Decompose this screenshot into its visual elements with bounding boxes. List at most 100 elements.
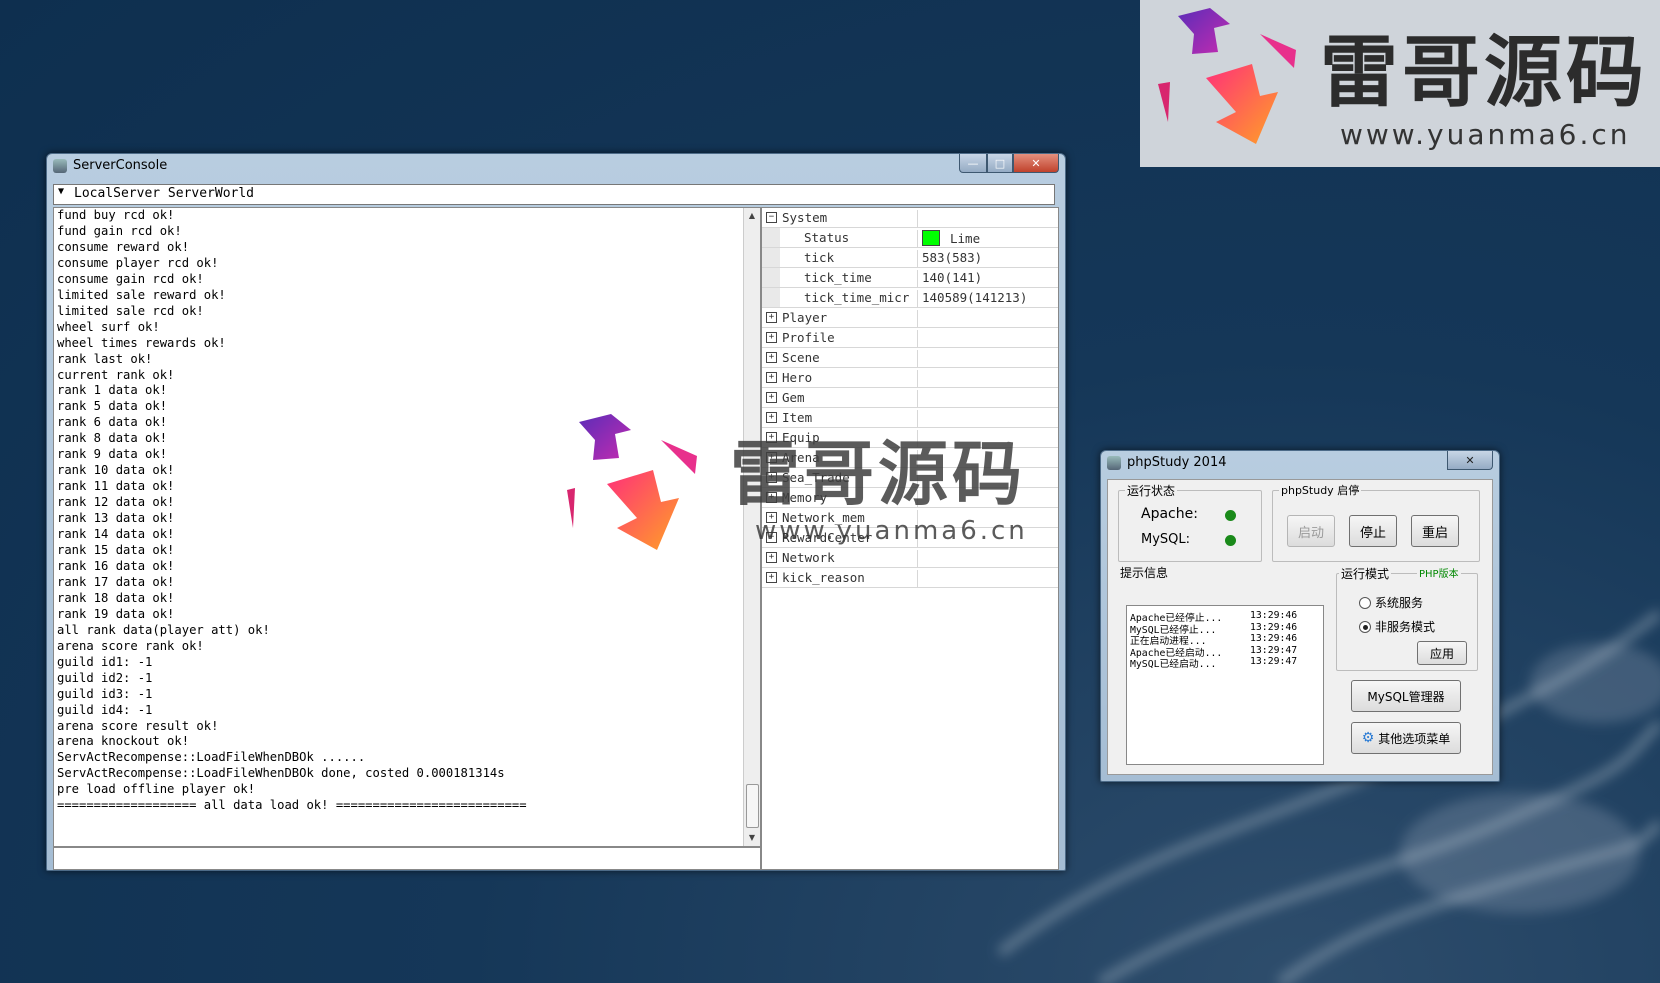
tree-row-profile[interactable]: + Profile xyxy=(762,328,1058,348)
expand-plus-icon[interactable]: + xyxy=(766,332,777,343)
log-line: arena score result ok! xyxy=(57,718,219,733)
log-scrollbar[interactable]: ▲ ▼ xyxy=(743,208,760,846)
tree-row-tick-time[interactable]: tick_time 140(141) xyxy=(762,268,1058,288)
tree-row-tick[interactable]: tick 583(583) xyxy=(762,248,1058,268)
other-options-menu-button[interactable]: ⚙ 其他选项菜单 xyxy=(1351,722,1461,754)
tree-row-label: Status xyxy=(804,230,850,245)
tree-row-value-text: 140(141) xyxy=(922,270,983,285)
tree-row-system[interactable]: − System xyxy=(762,208,1058,228)
expand-plus-icon[interactable]: + xyxy=(766,352,777,363)
stats-tree-pane[interactable]: − System Status Lime tick 583(583) tick_time 14… xyxy=(761,207,1059,870)
dropdown-arrow-icon[interactable]: ▼ xyxy=(58,186,64,197)
collapse-minus-icon[interactable]: − xyxy=(766,212,777,223)
expand-plus-icon[interactable]: + xyxy=(766,472,777,483)
non-service-radio[interactable] xyxy=(1359,621,1371,633)
tree-row-tick-time-micr[interactable]: tick_time_micr 140589(141213) xyxy=(762,288,1058,308)
log-line: wheel times rewards ok! xyxy=(57,335,226,350)
gear-icon: ⚙ xyxy=(1361,730,1375,746)
log-line: rank 19 data ok! xyxy=(57,606,175,621)
close-button[interactable]: ✕ xyxy=(1447,451,1493,470)
start-stop-group: phpStudy 启停 启动 停止 重启 xyxy=(1272,482,1480,562)
tree-row-label: Network xyxy=(782,550,835,565)
tree-row-rewardcenter[interactable]: + RewardCenter xyxy=(762,528,1058,548)
info-message-time: 13:29:46 xyxy=(1250,610,1298,621)
expand-plus-icon[interactable]: + xyxy=(766,512,777,523)
run-status-group: 运行状态 Apache: MySQL: xyxy=(1118,482,1262,562)
info-message-time: 13:29:47 xyxy=(1250,644,1298,656)
mysql-status-dot xyxy=(1225,535,1236,546)
system-service-radio[interactable] xyxy=(1359,597,1371,609)
expand-plus-icon[interactable]: + xyxy=(766,372,777,383)
mysql-label: MySQL: xyxy=(1141,532,1191,547)
tree-row-label: tick_time xyxy=(804,270,872,285)
phpstudy-app-icon xyxy=(1107,456,1121,470)
log-line: rank 11 data ok! xyxy=(57,479,175,494)
expand-plus-icon[interactable]: + xyxy=(766,552,777,563)
tree-row-value xyxy=(917,510,1058,527)
tree-indent xyxy=(762,228,780,247)
scroll-thumb[interactable] xyxy=(746,784,759,828)
tree-row-gem[interactable]: + Gem xyxy=(762,388,1058,408)
console-log-pane[interactable]: fund buy rcd ok! fund gain rcd ok! consume… xyxy=(53,207,761,847)
info-message-time: 13:29:47 xyxy=(1250,656,1298,667)
log-line: rank 13 data ok! xyxy=(57,511,175,526)
tree-row-scene[interactable]: + Scene xyxy=(762,348,1058,368)
log-line: arena score rank ok! xyxy=(57,638,204,653)
status-color-swatch xyxy=(922,230,940,246)
tree-row-hero[interactable]: + Hero xyxy=(762,368,1058,388)
log-line: all rank data(player att) ok! xyxy=(57,622,270,637)
tree-row-arena[interactable]: + Arena xyxy=(762,448,1058,468)
command-input[interactable] xyxy=(53,847,761,870)
tree-row-status[interactable]: Status Lime xyxy=(762,228,1058,248)
expand-plus-icon[interactable]: + xyxy=(766,532,777,543)
tree-row-memory[interactable]: + Memory xyxy=(762,488,1058,508)
tree-row-label: Hero xyxy=(782,370,813,385)
phpstudy-titlebar[interactable]: phpStudy 2014 ✕ xyxy=(1101,451,1499,475)
expand-plus-icon[interactable]: + xyxy=(766,452,777,463)
close-button[interactable]: ✕ xyxy=(1013,154,1059,173)
tree-row-value xyxy=(917,530,1058,547)
stop-button[interactable]: 停止 xyxy=(1349,515,1397,547)
expand-plus-icon[interactable]: + xyxy=(766,412,777,423)
server-select-combobox[interactable]: ▼ LocalServer ServerWorld xyxy=(53,184,1055,205)
info-message-text: MySQL已经启动... xyxy=(1130,659,1217,670)
info-caption: 提示信息 xyxy=(1118,564,1171,581)
site-logo-banner: 雷哥源码 www.yuanma6.cn xyxy=(1140,0,1660,167)
tree-row-value xyxy=(917,550,1058,567)
log-line: ServActRecompense::LoadFileWhenDBOk done… xyxy=(57,766,505,781)
restart-button[interactable]: 重启 xyxy=(1411,515,1459,547)
log-line: rank 6 data ok! xyxy=(57,415,168,430)
log-line: rank last ok! xyxy=(57,351,153,366)
tree-row-value xyxy=(917,210,1058,227)
tree-row-value: 583(583) xyxy=(917,250,1058,267)
tree-row-network[interactable]: + Network xyxy=(762,548,1058,568)
info-message-list[interactable]: Apache已经停止... 13:29:46 MySQL已经停止... 13:29:4… xyxy=(1126,605,1324,765)
scroll-up-arrow-icon[interactable]: ▲ xyxy=(744,208,760,224)
scroll-down-arrow-icon[interactable]: ▼ xyxy=(744,830,760,846)
tree-row-network-mem[interactable]: + Network_mem xyxy=(762,508,1058,528)
php-version-link[interactable]: PHP版本 xyxy=(1417,565,1461,580)
server-console-titlebar[interactable]: ServerConsole — □ ✕ xyxy=(47,154,1065,178)
tree-row-player[interactable]: + Player xyxy=(762,308,1058,328)
tree-row-item[interactable]: + Item xyxy=(762,408,1058,428)
start-button[interactable]: 启动 xyxy=(1287,515,1335,547)
minimize-button[interactable]: — xyxy=(959,154,987,173)
log-line: limited sale rcd ok! xyxy=(57,303,204,318)
expand-plus-icon[interactable]: + xyxy=(766,572,777,583)
tree-row-label: Network_mem xyxy=(782,510,865,525)
log-line: consume player rcd ok! xyxy=(57,255,219,270)
tree-row-sea-trade[interactable]: + Sea_Trade xyxy=(762,468,1058,488)
tree-row-label: Memory xyxy=(782,490,828,505)
tree-row-value xyxy=(917,450,1058,467)
maximize-button[interactable]: □ xyxy=(987,154,1013,173)
mysql-manager-button[interactable]: MySQL管理器 xyxy=(1351,680,1461,712)
tree-row-kick-reason[interactable]: + kick_reason xyxy=(762,568,1058,588)
info-message-time: 13:29:46 xyxy=(1250,621,1298,633)
tree-row-equip[interactable]: + Equip xyxy=(762,428,1058,448)
expand-plus-icon[interactable]: + xyxy=(766,492,777,503)
expand-plus-icon[interactable]: + xyxy=(766,312,777,323)
apply-button[interactable]: 应用 xyxy=(1417,641,1467,665)
expand-plus-icon[interactable]: + xyxy=(766,392,777,403)
tree-row-value: 140589(141213) xyxy=(917,290,1058,307)
expand-plus-icon[interactable]: + xyxy=(766,432,777,443)
